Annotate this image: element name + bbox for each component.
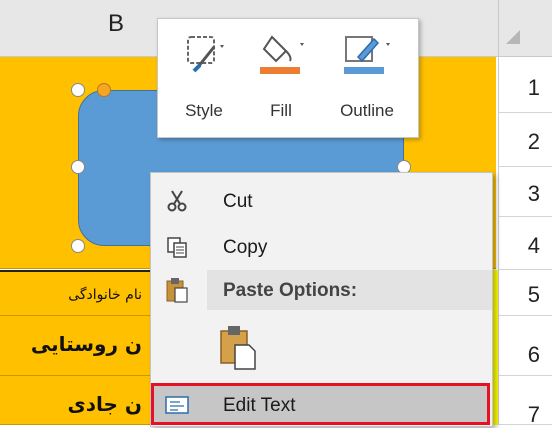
cell-b7-text: ن جادی	[67, 392, 142, 416]
row-header-corner	[498, 0, 552, 57]
column-label: B	[108, 10, 125, 37]
paste-keep-source-formatting-button[interactable]	[217, 323, 259, 371]
adjust-handle-corner-radius[interactable]	[97, 83, 111, 97]
paste-icon	[166, 278, 188, 303]
row-header-5[interactable]: 5	[498, 270, 552, 316]
cell-b6-text: ن روستایی	[30, 332, 142, 356]
outline-button[interactable]: Outline	[324, 27, 410, 131]
paint-bucket-icon	[260, 35, 304, 74]
cell-b5-text: نام خانوادگی	[68, 287, 142, 303]
copy-icon	[167, 237, 187, 258]
scissors-icon	[167, 190, 187, 212]
text-box-icon	[165, 396, 189, 414]
outline-pen-icon	[344, 36, 390, 74]
shape-style-icon	[187, 36, 224, 73]
resize-handle-bottom-left[interactable]	[71, 239, 85, 253]
style-label: Style	[185, 101, 223, 120]
resize-handle-top-left[interactable]	[71, 83, 85, 97]
fill-button[interactable]: Fill	[246, 27, 316, 131]
menu-item-cut[interactable]: Cut	[151, 181, 492, 221]
edit-text-label: Edit Text	[223, 395, 296, 416]
paste-options-label: Paste Options:	[223, 280, 358, 301]
row-header-3[interactable]: 3	[498, 167, 552, 217]
menu-item-copy[interactable]: Copy	[151, 227, 492, 267]
select-all-triangle-icon[interactable]	[506, 30, 520, 44]
fill-label: Fill	[270, 101, 292, 120]
clipboard-paste-icon	[220, 326, 256, 370]
resize-handle-middle-left[interactable]	[71, 160, 85, 174]
menu-item-edit-text[interactable]: Edit Text	[151, 383, 490, 425]
row-header-2[interactable]: 2	[498, 113, 552, 167]
paste-options-header: Paste Options:	[207, 270, 492, 310]
row-header-4[interactable]: 4	[498, 217, 552, 270]
outline-label: Outline	[340, 101, 394, 120]
style-button[interactable]: Style	[170, 27, 238, 131]
row-header-6[interactable]: 6	[498, 316, 552, 376]
copy-label: Copy	[223, 237, 268, 258]
context-menu: Cut Copy Paste Options: Edit Text	[150, 172, 493, 427]
row-header-1[interactable]: 1	[498, 57, 552, 113]
mini-toolbar: Style Fill Outline	[157, 18, 419, 138]
row-header-7[interactable]: 7	[498, 376, 552, 427]
cut-label: Cut	[223, 191, 253, 212]
